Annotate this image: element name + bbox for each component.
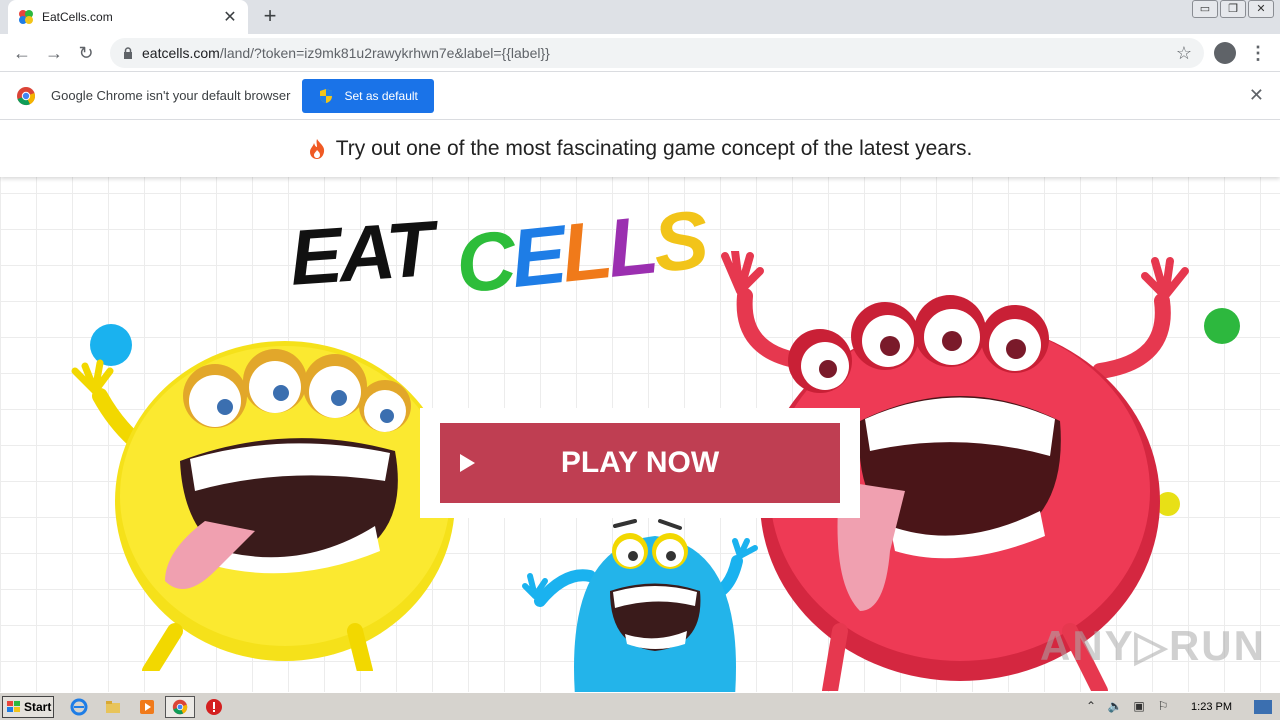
action-center-flag-icon[interactable]: ⚐: [1155, 699, 1171, 715]
show-desktop-icon[interactable]: [1254, 700, 1272, 714]
flame-icon: [309, 139, 324, 159]
chrome-logo-icon: [17, 86, 36, 105]
logo-letter: C: [451, 214, 516, 311]
url-domain: eatcells.com: [142, 45, 220, 61]
media-player-icon[interactable]: [138, 698, 156, 716]
taskbar-clock[interactable]: 1:23 PM: [1191, 701, 1232, 713]
infobar-message: Google Chrome isn't your default browser: [51, 88, 291, 103]
page-content: Try out one of the most fascinating game…: [0, 121, 1280, 692]
tab-title: EatCells.com: [42, 10, 113, 24]
system-tray: ⌃ 🔈 ▣ ⚐ 1:23 PM: [1075, 695, 1280, 719]
play-now-label: PLAY NOW: [560, 446, 720, 479]
address-bar[interactable]: eatcells.com/land/?token=iz9mk81u2rawykr…: [110, 38, 1204, 68]
tab-strip: EatCells.com ✕ + ▭ ❐ ✕: [0, 0, 1280, 34]
window-controls: ▭ ❐ ✕: [1190, 0, 1274, 20]
default-browser-infobar: Google Chrome isn't your default browser…: [0, 72, 1280, 120]
chrome-taskbar-button[interactable]: [165, 696, 195, 718]
url-path: /land/?token=iz9mk81u2rawykrhwn7e&label=…: [219, 45, 550, 61]
blue-monster-image: [522, 519, 758, 692]
play-frame: PLAY NOW: [420, 408, 860, 518]
logo-word-eat: EAT: [287, 204, 435, 302]
star-icon[interactable]: ☆: [1176, 43, 1192, 64]
chrome-taskbar-icon: [172, 699, 188, 715]
yellow-monster-image: [71, 341, 455, 671]
url-text: eatcells.com/land/?token=iz9mk81u2rawykr…: [142, 45, 1176, 61]
anyrun-watermark: ANY▷RUN: [1040, 622, 1266, 669]
set-as-default-label: Set as default: [344, 88, 418, 103]
network-icon[interactable]: ▣: [1131, 699, 1147, 715]
set-as-default-button[interactable]: Set as default: [302, 78, 434, 113]
tab-close-icon[interactable]: ✕: [222, 7, 238, 27]
volume-icon[interactable]: 🔈: [1107, 699, 1123, 715]
reload-icon[interactable]: ↻: [74, 41, 98, 65]
start-button[interactable]: Start: [2, 696, 54, 718]
file-explorer-icon[interactable]: [104, 698, 122, 716]
new-tab-button[interactable]: +: [258, 4, 282, 28]
browser-toolbar: ← → ↻ eatcells.com/land/?token=iz9mk81u2…: [0, 34, 1280, 72]
stop-sign-icon[interactable]: [205, 698, 223, 716]
banner-text: Try out one of the most fascinating game…: [335, 137, 973, 160]
logo-letter: E: [506, 209, 567, 305]
tab-eatcells[interactable]: EatCells.com ✕: [8, 0, 248, 34]
promo-banner: Try out one of the most fascinating game…: [0, 121, 1280, 177]
lock-icon: [124, 47, 132, 59]
internet-explorer-icon[interactable]: [70, 698, 88, 716]
forward-arrow-icon[interactable]: →: [42, 41, 66, 65]
close-window-button[interactable]: ✕: [1248, 0, 1274, 18]
menu-icon[interactable]: ⋮: [1248, 41, 1268, 65]
play-now-button[interactable]: PLAY NOW: [440, 423, 840, 503]
restore-button[interactable]: ❐: [1220, 0, 1246, 18]
windows-taskbar: Start ⌃ 🔈 ▣ ⚐ 1:23 PM: [0, 692, 1280, 720]
back-arrow-icon[interactable]: ←: [10, 41, 34, 65]
eat-cells-logo: EAT CELLS: [287, 194, 708, 311]
shield-icon: [320, 88, 333, 103]
logo-word-cells: CELLS: [451, 193, 709, 312]
profile-icon[interactable]: [1214, 42, 1236, 64]
start-label: Start: [24, 700, 52, 714]
tray-expand-icon[interactable]: ⌃: [1083, 699, 1099, 715]
eatcells-favicon-icon: [19, 10, 33, 24]
windows-flag-icon: [7, 701, 20, 712]
minimize-button[interactable]: ▭: [1192, 0, 1218, 18]
infobar-close-icon[interactable]: ✕: [1249, 85, 1264, 106]
